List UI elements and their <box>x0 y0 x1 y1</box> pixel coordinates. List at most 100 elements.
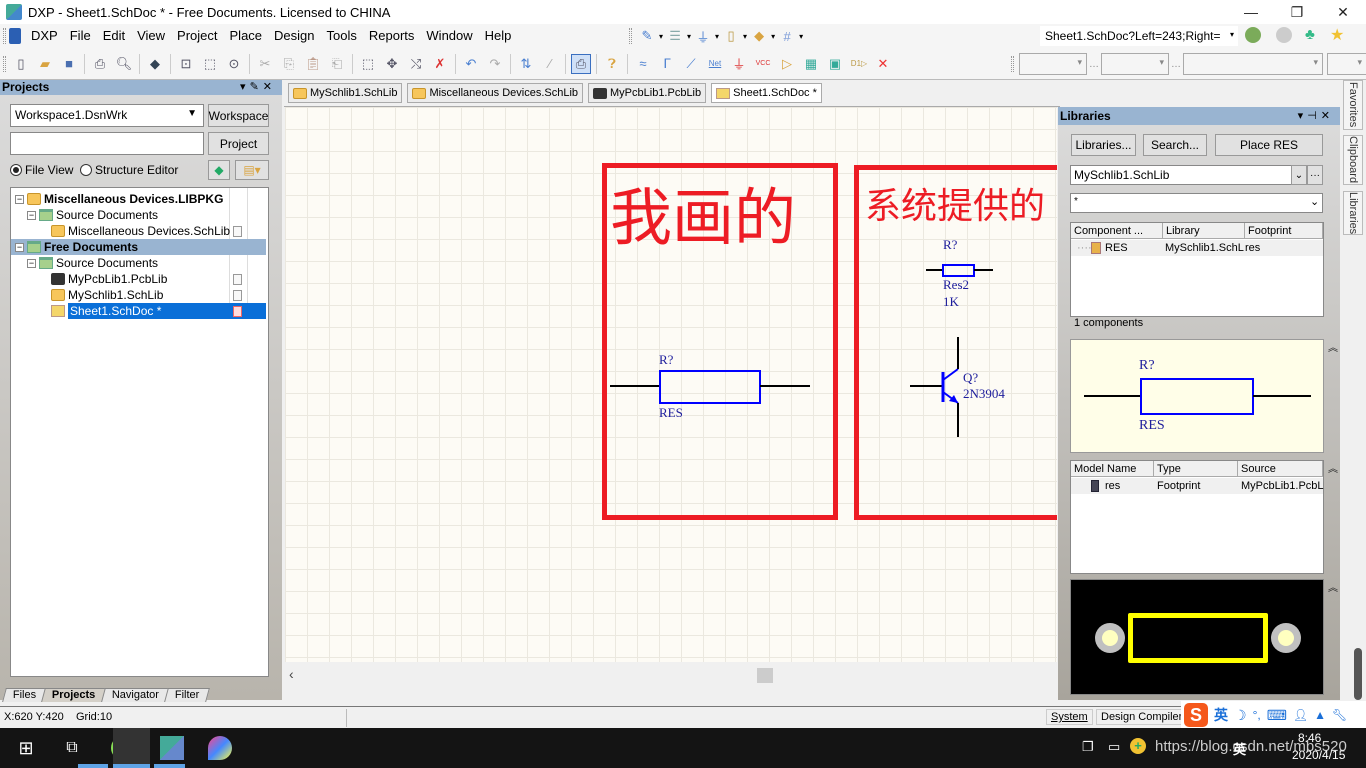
search-button[interactable]: Search... <box>1143 134 1207 156</box>
battery-icon[interactable]: ▭ <box>1108 739 1120 755</box>
sheet-entry-icon[interactable]: ▣ <box>825 54 845 74</box>
dropdown-icon[interactable]: ▾ <box>799 32 803 41</box>
align-tools-icon[interactable]: ☰ <box>665 26 685 46</box>
power-ports-icon[interactable]: ⏚ <box>693 26 713 46</box>
bus-entry-icon[interactable]: ⟋ <box>681 54 701 74</box>
side-tab-favorites[interactable]: Favorites <box>1343 80 1363 130</box>
task-view-icon[interactable]: ⧉ <box>60 736 84 760</box>
filter-combo-3[interactable] <box>1183 53 1323 75</box>
sogou-logo-icon[interactable]: S <box>1184 703 1208 727</box>
menu-design[interactable]: Design <box>268 24 320 48</box>
zoom-selected-icon[interactable]: ⊙ <box>224 54 244 74</box>
chevron-down-icon[interactable]: ⌄ <box>1310 195 1319 208</box>
horizontal-scrollbar[interactable]: ‹ <box>285 662 1057 690</box>
panel-close-icon[interactable]: ✕ <box>263 81 276 93</box>
collapse-icon[interactable]: − <box>27 210 36 220</box>
new-doc-icon[interactable]: ▯ <box>11 54 31 74</box>
column-header-type[interactable]: Type <box>1154 461 1238 477</box>
structure-editor-radio[interactable]: Structure Editor <box>80 163 178 177</box>
chevron-down-icon[interactable]: ⌄ <box>1291 165 1307 185</box>
schematic-canvas[interactable]: 我画的 系统提供的 R? RES R? Res2 1K Q? 2N3904 <box>285 107 1057 662</box>
help-icon[interactable]: ❓︎ <box>602 54 622 74</box>
nav-location-field[interactable]: Sheet1.SchDoc?Left=243;Right= <box>1040 26 1238 46</box>
tree-item-libpkg[interactable]: − Miscellaneous Devices.LIBPKG <box>11 191 266 207</box>
component-icon[interactable]: ◆ <box>145 54 165 74</box>
collapse-icon[interactable]: − <box>27 258 36 268</box>
workspace-button[interactable]: Workspace <box>208 104 269 127</box>
cross-probe-icon[interactable]: ⁄ <box>540 54 560 74</box>
column-header-source[interactable]: Source <box>1238 461 1323 477</box>
scroll-thumb[interactable] <box>757 668 773 683</box>
status-system-button[interactable]: System <box>1046 709 1093 725</box>
windows-start-icon[interactable]: ⊞ <box>14 736 38 760</box>
column-header-model-name[interactable]: Model Name <box>1071 461 1154 477</box>
project-options-icon[interactable]: ▤▾ <box>235 160 269 180</box>
clock-time[interactable]: 8:46 <box>1298 731 1321 745</box>
doc-tab-sheet1[interactable]: Sheet1.SchDoc * <box>711 83 822 103</box>
dropdown-icon[interactable]: ▾ <box>687 32 691 41</box>
select-area-icon[interactable]: ⬚ <box>358 54 378 74</box>
collapse-icon[interactable]: ︽ <box>1328 339 1338 354</box>
dropdown-icon[interactable]: ▾ <box>715 32 719 41</box>
paste-icon[interactable]: 📋︎ <box>303 54 323 74</box>
tree-item-pcblib[interactable]: MyPcbLib1.PcbLib <box>11 271 266 287</box>
side-tab-clipboard[interactable]: Clipboard <box>1343 135 1363 185</box>
gnd-icon[interactable]: ⏚ <box>729 54 749 74</box>
tree-item-source-docs[interactable]: − Source Documents <box>11 207 266 223</box>
paint3d-icon[interactable] <box>208 736 232 760</box>
collapse-icon[interactable]: − <box>15 194 24 204</box>
menu-view[interactable]: View <box>131 24 171 48</box>
forward-icon[interactable] <box>1276 27 1292 43</box>
tab-files[interactable]: Files <box>2 688 48 702</box>
status-design-compiler-button[interactable]: Design Compiler <box>1096 709 1188 725</box>
ime-settings-icon[interactable]: 🔧︎ <box>1332 708 1347 722</box>
component-row[interactable]: ····· RES MySchlib1.SchL res <box>1071 240 1323 256</box>
print-preview-icon[interactable]: 🔍︎ <box>114 54 134 74</box>
compile-icon[interactable]: ◆ <box>208 160 230 180</box>
toolbar-grip[interactable] <box>3 28 6 44</box>
tab-navigator[interactable]: Navigator <box>100 688 170 702</box>
libraries-button[interactable]: Libraries... <box>1071 134 1136 156</box>
tab-filter[interactable]: Filter <box>163 688 211 702</box>
ime-punctuation-icon[interactable]: °, <box>1253 708 1261 722</box>
filter-combo-2[interactable] <box>1101 53 1169 75</box>
vertical-scrollbar[interactable] <box>1354 648 1362 700</box>
menu-place[interactable]: Place <box>224 24 269 48</box>
altium-dxp-icon[interactable] <box>160 736 184 760</box>
digital-devices-icon[interactable]: ◆ <box>749 26 769 46</box>
doc-tab-misc-schlib[interactable]: Miscellaneous Devices.SchLib <box>407 83 584 103</box>
clock-date[interactable]: 2020/4/15 <box>1292 748 1345 762</box>
move-icon[interactable]: ✥ <box>382 54 402 74</box>
open-icon[interactable]: ▰ <box>35 54 55 74</box>
home-icon[interactable]: ♣ <box>1305 26 1315 43</box>
menu-edit[interactable]: Edit <box>97 24 131 48</box>
grid-icon[interactable]: # <box>777 26 797 46</box>
menu-project[interactable]: Project <box>171 24 223 48</box>
collapse-icon[interactable]: ︽ <box>1328 460 1338 475</box>
filter-input[interactable]: * <box>1070 193 1323 213</box>
print-icon[interactable]: ⎙ <box>90 54 110 74</box>
menu-window[interactable]: Window <box>420 24 478 48</box>
panel-menu-icon[interactable]: ▾ <box>1298 110 1308 122</box>
ime-user-icon[interactable]: 👤︎ <box>1293 708 1308 722</box>
wire-icon[interactable]: ≈ <box>633 54 653 74</box>
panel-close-icon[interactable]: ✕ <box>1321 110 1334 122</box>
dropdown-icon[interactable]: ▾ <box>771 32 775 41</box>
dropdown-icon[interactable]: ▾ <box>1230 30 1234 39</box>
menu-tools[interactable]: Tools <box>321 24 363 48</box>
security-app-icon[interactable]: + <box>1130 738 1146 754</box>
bus-icon[interactable]: ᒥ <box>657 54 677 74</box>
filter-combo-1[interactable] <box>1019 53 1087 75</box>
undo-icon[interactable]: ↶ <box>461 54 481 74</box>
net-label-icon[interactable]: Net <box>705 54 725 74</box>
action-center-icon[interactable]: ❐ <box>1082 739 1094 755</box>
cut-icon[interactable]: ✂ <box>255 54 275 74</box>
pin-icon[interactable]: ✎ <box>250 81 263 93</box>
maximize-button[interactable]: ❐ <box>1274 0 1320 24</box>
column-header-footprint[interactable]: Footprint <box>1245 223 1323 239</box>
doc-tab-pcblib[interactable]: MyPcbLib1.PcbLib <box>588 83 707 103</box>
panel-menu-icon[interactable]: ▾ <box>240 81 250 93</box>
side-tab-libraries[interactable]: Libraries <box>1343 191 1363 235</box>
close-button[interactable]: ✕ <box>1320 0 1366 24</box>
rubber-stamp-icon[interactable]: ⎗ <box>327 54 347 74</box>
